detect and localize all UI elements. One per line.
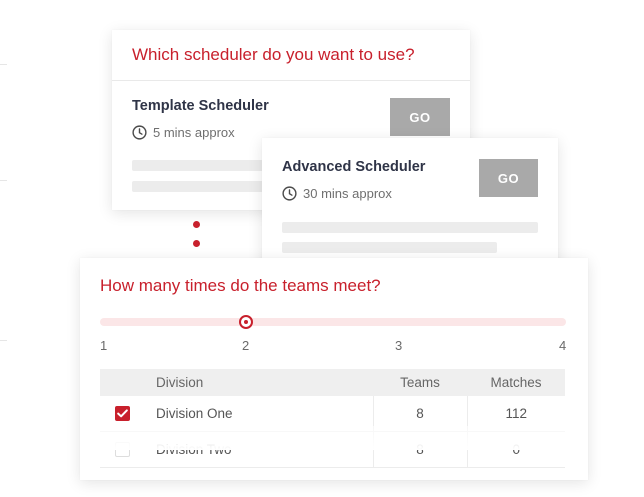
placeholder-bar [282, 222, 538, 233]
meetings-question: How many times do the teams meet? [100, 276, 381, 295]
connector-dot [193, 240, 200, 247]
slider-tick-label: 3 [395, 338, 403, 353]
table-header-division: Division [144, 369, 373, 396]
clock-icon [132, 125, 147, 140]
scheduler-question-header: Which scheduler do you want to use? [112, 30, 470, 81]
table-fade-overlay [80, 426, 588, 450]
meetings-slider-thumb[interactable] [239, 315, 253, 329]
meetings-slider-track[interactable] [100, 318, 566, 326]
slider-tick-label: 1 [100, 338, 108, 353]
table-header-teams: Teams [373, 369, 467, 396]
advanced-go-button[interactable]: GO [479, 159, 538, 197]
template-scheduler-title: Template Scheduler [132, 98, 269, 114]
connector-dot [193, 221, 200, 228]
slider-tick-label: 2 [242, 338, 250, 353]
advanced-scheduler-time: 30 mins approx [282, 186, 392, 201]
division-checkbox[interactable] [114, 406, 130, 421]
template-scheduler-time: 5 mins approx [132, 125, 235, 140]
table-header-matches: Matches [467, 369, 565, 396]
table-header-row: Division Teams Matches [100, 369, 565, 396]
scheduler-question: Which scheduler do you want to use? [132, 45, 415, 64]
clock-icon [282, 186, 297, 201]
advanced-time-label: 30 mins approx [303, 186, 392, 201]
check-icon [116, 409, 128, 418]
divisions-table: Division Teams Matches Division One 8 11… [100, 369, 565, 468]
divider [0, 64, 7, 65]
placeholder-bar [282, 242, 497, 253]
placeholder-bar [132, 181, 272, 192]
divider [0, 340, 7, 341]
slider-tick-label: 4 [559, 338, 567, 353]
template-time-label: 5 mins approx [153, 125, 235, 140]
advanced-scheduler-card: Advanced Scheduler 30 mins approx GO [262, 138, 558, 270]
table-header-select [100, 369, 144, 396]
divider [0, 180, 7, 181]
placeholder-bar [132, 160, 272, 171]
meetings-card: How many times do the teams meet? 1 2 3 … [80, 258, 588, 480]
template-go-button[interactable]: GO [390, 98, 450, 136]
advanced-scheduler-title: Advanced Scheduler [282, 159, 426, 175]
